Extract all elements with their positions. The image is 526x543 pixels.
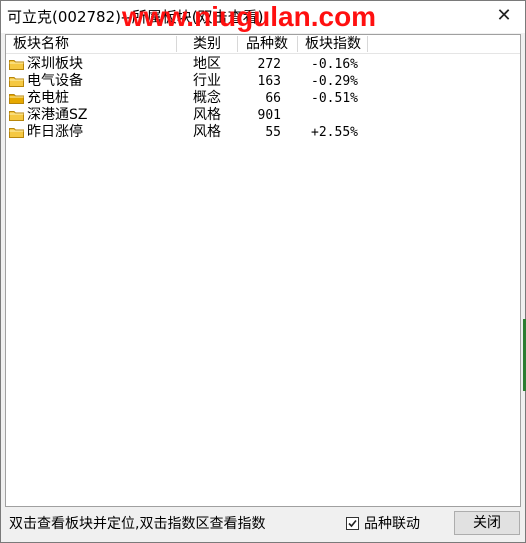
column-header-count[interactable]: 品种数: [246, 35, 288, 53]
list-item[interactable]: 充电桩 概念 66 -0.51%: [6, 90, 520, 107]
sector-list[interactable]: 板块名称 类别 品种数 板块指数 深圳板块 地区 272 -0.16% 电气设备 行业 16…: [5, 34, 521, 507]
sector-name: 充电桩: [27, 90, 69, 106]
sector-index: +2.55%: [311, 125, 358, 140]
sector-count: 901: [257, 108, 281, 123]
sector-count: 66: [265, 91, 281, 106]
sector-category: 概念: [193, 90, 221, 106]
dialog-window: 可立克(002782)--所属板块(双击查看) www.niugulan.com…: [0, 0, 526, 543]
column-divider[interactable]: [297, 36, 298, 52]
list-item[interactable]: 昨日涨停 风格 55 +2.55%: [6, 124, 520, 141]
close-button[interactable]: 关闭: [454, 511, 520, 535]
folder-icon: [9, 127, 24, 138]
list-item[interactable]: 深港通SZ 风格 901: [6, 107, 520, 124]
column-header-name[interactable]: 板块名称: [13, 35, 69, 53]
status-hint: 双击查看板块并定位,双击指数区查看指数: [9, 516, 266, 532]
sector-category: 地区: [193, 56, 221, 72]
title-bar[interactable]: 可立克(002782)--所属板块(双击查看) www.niugulan.com…: [1, 1, 525, 33]
sector-name: 深港通SZ: [27, 107, 88, 123]
checkmark-icon: [348, 519, 357, 528]
column-divider[interactable]: [237, 36, 238, 52]
sector-index: -0.29%: [311, 74, 358, 89]
sector-name: 深圳板块: [27, 56, 83, 72]
sector-count: 272: [257, 57, 281, 72]
sector-category: 风格: [193, 107, 221, 123]
sector-category: 行业: [193, 73, 221, 89]
column-divider[interactable]: [367, 36, 368, 52]
sector-name: 电气设备: [27, 73, 83, 89]
folder-icon: [9, 76, 24, 87]
sector-name: 昨日涨停: [27, 124, 83, 140]
list-header: 板块名称 类别 品种数 板块指数: [6, 35, 520, 54]
close-window-button[interactable]: ✕: [489, 3, 519, 29]
sector-count: 163: [257, 74, 281, 89]
sector-count: 55: [265, 125, 281, 140]
close-icon: ✕: [496, 5, 512, 26]
folder-icon: [9, 59, 24, 70]
watermark: www.niugulan.com: [122, 1, 377, 32]
list-item[interactable]: 电气设备 行业 163 -0.29%: [6, 73, 520, 90]
link-stocks-label[interactable]: 品种联动: [364, 515, 420, 533]
link-stocks-checkbox[interactable]: [346, 517, 359, 530]
column-divider[interactable]: [176, 36, 177, 52]
sector-index: -0.51%: [311, 91, 358, 106]
sector-index: -0.16%: [311, 57, 358, 72]
column-header-index[interactable]: 板块指数: [305, 35, 361, 53]
sector-category: 风格: [193, 124, 221, 140]
folder-icon: [9, 110, 24, 121]
folder-icon-highlighted: [9, 93, 24, 104]
column-header-category[interactable]: 类别: [193, 35, 221, 53]
list-item[interactable]: 深圳板块 地区 272 -0.16%: [6, 56, 520, 73]
